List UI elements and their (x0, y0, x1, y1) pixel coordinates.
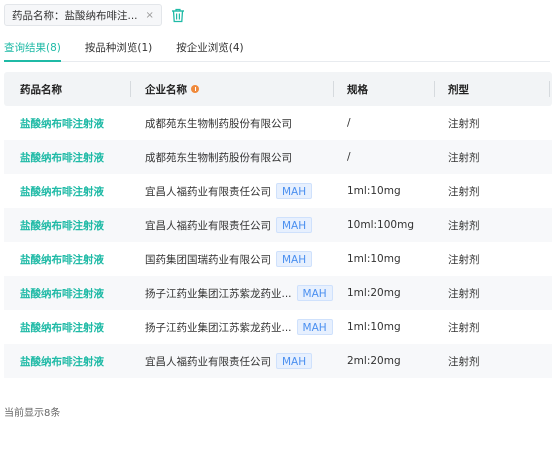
spec: 10ml:100mg (347, 219, 414, 231)
spec-cell: 1ml:10mg (333, 174, 434, 208)
company-name: 成都苑东生物制药股份有限公司 (145, 151, 292, 164)
drug-name-link-cell: 盐酸纳布啡注射液 (4, 242, 130, 276)
result-count: 当前显示8条 (4, 408, 61, 419)
drug-name-link[interactable]: 盐酸纳布啡注射液 (20, 150, 104, 165)
filter-tag-label: 药品名称：盐酸纳布啡注... (12, 9, 138, 22)
company-name: 成都苑东生物制药股份有限公司 (145, 117, 292, 130)
company-name-cell: 成都苑东生物制药股份有限公司 (130, 106, 333, 140)
company-name: 扬子江药业集团江苏紫龙药业... (145, 321, 292, 334)
company-name-cell: 成都苑东生物制药股份有限公司 (130, 140, 333, 174)
company-name-cell: 宜昌人福药业有限责任公司 MAH (130, 174, 333, 208)
company-name: 宜昌人福药业有限责任公司 (145, 185, 271, 198)
company-name-cell: 宜昌人福药业有限责任公司 MAH (130, 208, 333, 242)
dosage-form: 注射剂 (448, 185, 480, 198)
dosage-form-cell: 注射剂 (434, 174, 552, 208)
spec-cell: 1ml:20mg (333, 276, 434, 310)
company-name: 宜昌人福药业有限责任公司 (145, 355, 271, 368)
table-row: 盐酸纳布啡注射液 国药集团国瑞药业有限公司 MAH 1ml:10mg 注射剂 (4, 242, 552, 276)
spec: 2ml:20mg (347, 355, 401, 367)
header-spec: 规格 (333, 72, 434, 106)
company-name: 扬子江药业集团江苏紫龙药业... (145, 287, 292, 300)
drug-name-link[interactable]: 盐酸纳布啡注射液 (20, 320, 104, 335)
dosage-form-cell: 注射剂 (434, 344, 552, 378)
dosage-form-cell: 注射剂 (434, 242, 552, 276)
mah-badge: MAH (276, 183, 313, 199)
table-row: 盐酸纳布啡注射液 成都苑东生物制药股份有限公司 / 注射剂 (4, 140, 552, 174)
spec-cell: / (333, 106, 434, 140)
dosage-form: 注射剂 (448, 321, 480, 334)
company-name-cell: 扬子江药业集团江苏紫龙药业... MAH (130, 276, 333, 310)
spec-cell: 1ml:10mg (333, 242, 434, 276)
dosage-form: 注射剂 (448, 117, 480, 130)
drug-name-link[interactable]: 盐酸纳布啡注射液 (20, 286, 104, 301)
mah-badge: MAH (296, 285, 333, 301)
mah-badge: MAH (296, 319, 333, 335)
company-name: 宜昌人福药业有限责任公司 (145, 219, 271, 232)
drug-name-link-cell: 盐酸纳布啡注射液 (4, 310, 130, 344)
spec-cell: 10ml:100mg (333, 208, 434, 242)
mah-badge: MAH (276, 217, 313, 233)
drug-name-link-cell: 盐酸纳布啡注射液 (4, 140, 130, 174)
header-drug-name: 药品名称 (20, 83, 62, 96)
drug-name-link-cell: 盐酸纳布啡注射液 (4, 174, 130, 208)
drug-name-link[interactable]: 盐酸纳布啡注射液 (20, 354, 104, 369)
table-row: 盐酸纳布啡注射液 宜昌人福药业有限责任公司 MAH 2ml:20mg 注射剂 (4, 344, 552, 378)
header-dosage-form: 剂型 (434, 72, 552, 106)
drug-name-link[interactable]: 盐酸纳布啡注射液 (20, 252, 104, 267)
drug-name-link[interactable]: 盐酸纳布啡注射液 (20, 218, 104, 233)
result-tabs: 查询结果(8) 按品种浏览(1) 按企业浏览(4) (4, 38, 550, 62)
tab-query-results[interactable]: 查询结果(8) (4, 38, 61, 62)
company-name-cell: 国药集团国瑞药业有限公司 MAH (130, 242, 333, 276)
table-row: 盐酸纳布啡注射液 成都苑东生物制药股份有限公司 / 注射剂 (4, 106, 552, 140)
dosage-form: 注射剂 (448, 287, 480, 300)
trash-icon[interactable] (170, 7, 186, 23)
results-table: 药品名称 企业名称 规格 剂型 盐酸纳布啡注射液 成都苑东生物制药股份有限公司 / 注… (4, 72, 552, 378)
dosage-form-cell: 注射剂 (434, 276, 552, 310)
info-icon[interactable] (191, 85, 199, 93)
spec: 1ml:20mg (347, 287, 401, 299)
company-name-cell: 扬子江药业集团江苏紫龙药业... MAH (130, 310, 333, 344)
filter-bar: 药品名称：盐酸纳布啡注... × (4, 3, 186, 27)
drug-name-link-cell: 盐酸纳布啡注射液 (4, 106, 130, 140)
company-name: 国药集团国瑞药业有限公司 (145, 253, 271, 266)
company-name-cell: 宜昌人福药业有限责任公司 MAH (130, 344, 333, 378)
table-body: 盐酸纳布啡注射液 成都苑东生物制药股份有限公司 / 注射剂 盐酸纳布啡注射液 成都苑东生物… (4, 106, 552, 378)
spec: 1ml:10mg (347, 185, 401, 197)
table-row: 盐酸纳布啡注射液 扬子江药业集团江苏紫龙药业... MAH 1ml:20mg 注射剂 (4, 276, 552, 310)
drug-name-link[interactable]: 盐酸纳布啡注射液 (20, 184, 104, 199)
drug-name-link-cell: 盐酸纳布啡注射液 (4, 276, 130, 310)
spec-cell: / (333, 140, 434, 174)
spec: 1ml:10mg (347, 253, 401, 265)
dosage-form: 注射剂 (448, 253, 480, 266)
tab-browse-by-variety[interactable]: 按品种浏览(1) (85, 38, 152, 61)
dosage-form: 注射剂 (448, 151, 480, 164)
spec: 1ml:10mg (347, 321, 401, 333)
header-company-name: 企业名称 (130, 72, 333, 106)
dosage-form-cell: 注射剂 (434, 208, 552, 242)
dosage-form-cell: 注射剂 (434, 106, 552, 140)
dosage-form: 注射剂 (448, 355, 480, 368)
tab-browse-by-company[interactable]: 按企业浏览(4) (176, 38, 243, 61)
mah-badge: MAH (276, 251, 313, 267)
filter-tag-drug-name[interactable]: 药品名称：盐酸纳布啡注... × (4, 4, 162, 26)
table-row: 盐酸纳布啡注射液 宜昌人福药业有限责任公司 MAH 10ml:100mg 注射剂 (4, 208, 552, 242)
table-row: 盐酸纳布啡注射液 宜昌人福药业有限责任公司 MAH 1ml:10mg 注射剂 (4, 174, 552, 208)
mah-badge: MAH (276, 353, 313, 369)
table-header: 药品名称 企业名称 规格 剂型 (4, 72, 552, 106)
drug-name-link-cell: 盐酸纳布啡注射液 (4, 344, 130, 378)
dosage-form-cell: 注射剂 (434, 310, 552, 344)
spec: / (347, 117, 351, 129)
dosage-form-cell: 注射剂 (434, 140, 552, 174)
table-row: 盐酸纳布啡注射液 扬子江药业集团江苏紫龙药业... MAH 1ml:10mg 注射剂 (4, 310, 552, 344)
drug-name-link-cell: 盐酸纳布啡注射液 (4, 208, 130, 242)
close-icon[interactable]: × (146, 10, 154, 21)
spec-cell: 1ml:10mg (333, 310, 434, 344)
spec: / (347, 151, 351, 163)
drug-name-link[interactable]: 盐酸纳布啡注射液 (20, 116, 104, 131)
spec-cell: 2ml:20mg (333, 344, 434, 378)
dosage-form: 注射剂 (448, 219, 480, 232)
